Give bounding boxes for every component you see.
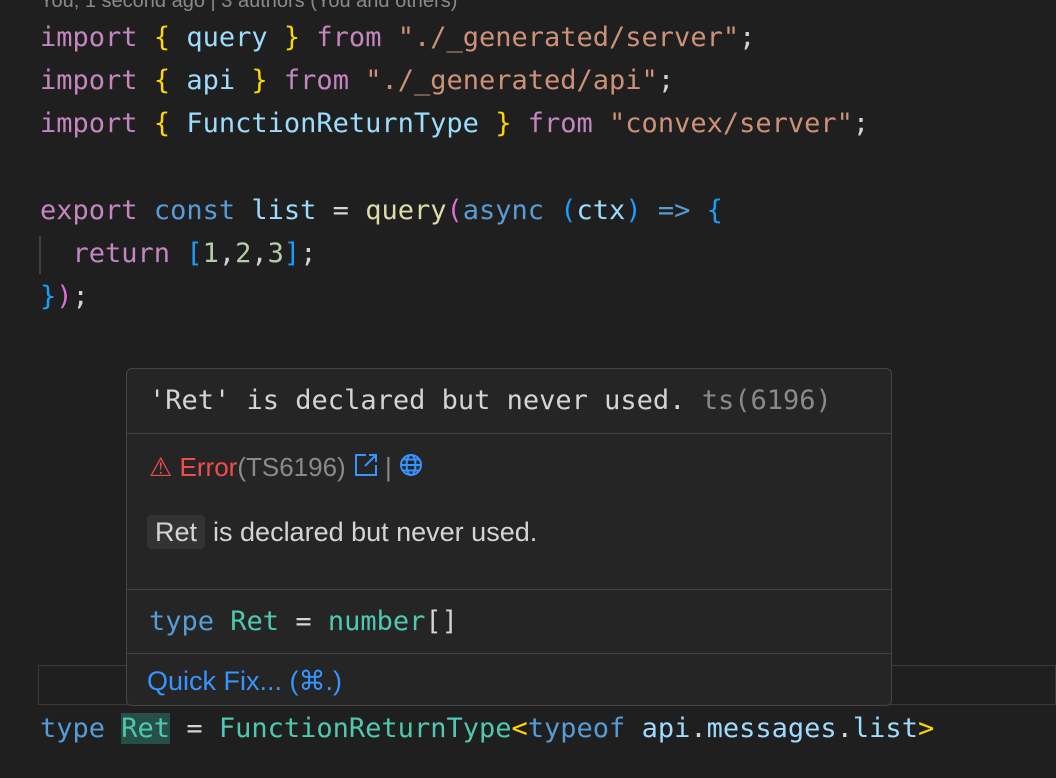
token-brace: { bbox=[706, 195, 723, 226]
token-comma: , bbox=[218, 238, 236, 269]
token-type-name-highlighted[interactable]: Ret bbox=[121, 713, 171, 744]
diagnostic-code: ts(6196) bbox=[701, 385, 832, 416]
separator: | bbox=[384, 452, 392, 482]
token-operator: = bbox=[186, 713, 203, 744]
token-type-name: Ret bbox=[230, 606, 280, 637]
token-const: const bbox=[153, 195, 236, 226]
token-property: list bbox=[852, 713, 918, 744]
token-array-brackets: [] bbox=[425, 606, 458, 637]
message-text: is declared but never used. bbox=[213, 517, 538, 547]
code-line-5[interactable]: return [1,2,3]; bbox=[40, 236, 317, 272]
token-bracket: [ bbox=[186, 238, 203, 269]
code-line-1[interactable]: import { query } from "./_generated/serv… bbox=[40, 20, 755, 56]
token-from: from bbox=[527, 108, 593, 139]
token-parameter: ctx bbox=[576, 195, 626, 226]
token-return: return bbox=[72, 238, 171, 269]
token-function: query bbox=[365, 195, 447, 226]
token-identifier: query bbox=[186, 22, 268, 53]
token-operator: = bbox=[332, 195, 349, 226]
token-semicolon: ; bbox=[739, 22, 756, 53]
token-brace: { bbox=[153, 22, 171, 53]
error-label: Error bbox=[179, 452, 238, 482]
token-comma: , bbox=[251, 238, 268, 269]
code-line-2[interactable]: import { api } from "./_generated/api"; bbox=[40, 63, 674, 99]
quick-fix-button[interactable]: Quick Fix... (⌘.) bbox=[127, 653, 891, 705]
token-import: import bbox=[40, 22, 138, 53]
token-operator: = bbox=[295, 606, 312, 637]
token-arrow: => bbox=[657, 195, 691, 226]
token-brace: { bbox=[153, 65, 171, 96]
token-number: 3 bbox=[267, 238, 284, 269]
token-string: "convex/server" bbox=[609, 108, 853, 139]
token-from: from bbox=[283, 65, 349, 96]
token-semicolon: ; bbox=[72, 281, 89, 312]
token-brace: } bbox=[495, 108, 512, 139]
token-identifier: api bbox=[186, 65, 236, 96]
token-semicolon: ; bbox=[657, 65, 675, 96]
hover-tooltip: 'Ret' is declared but never used. ts(619… bbox=[126, 368, 892, 706]
token-string: "./_generated/api" bbox=[365, 65, 658, 96]
token-brace: { bbox=[153, 108, 171, 139]
globe-icon[interactable] bbox=[398, 436, 424, 502]
token-number: 1 bbox=[202, 238, 219, 269]
token-dot: . bbox=[836, 713, 853, 744]
token-type: type bbox=[40, 713, 106, 744]
type-signature: type Ret = number[] bbox=[127, 589, 891, 653]
token-async: async bbox=[462, 195, 545, 226]
external-link-icon[interactable] bbox=[353, 436, 379, 502]
token-import: import bbox=[40, 65, 138, 96]
token-brace: } bbox=[40, 281, 57, 312]
diagnostic-summary: 'Ret' is declared but never used. ts(619… bbox=[127, 369, 891, 433]
diagnostic-text: 'Ret' is declared but never used. bbox=[149, 385, 686, 416]
token-angle-bracket: > bbox=[917, 713, 935, 744]
token-bracket: ] bbox=[283, 238, 301, 269]
code-line-3[interactable]: import { FunctionReturnType } from "conv… bbox=[40, 106, 869, 142]
token-typeof: typeof bbox=[527, 713, 626, 744]
code-line-7[interactable]: type Ret = FunctionReturnType<typeof api… bbox=[40, 711, 934, 747]
token-semicolon: ; bbox=[852, 108, 870, 139]
token-export: export bbox=[40, 195, 138, 226]
code-line-6[interactable]: }); bbox=[40, 279, 89, 315]
diagnostic-message: Ret is declared but never used. bbox=[127, 497, 891, 589]
token-string: "./_generated/server" bbox=[397, 22, 740, 53]
token-paren: ) bbox=[56, 281, 73, 312]
token-type-number: number bbox=[327, 606, 426, 637]
token-paren: ) bbox=[625, 195, 642, 226]
token-angle-bracket: < bbox=[511, 713, 528, 744]
token-identifier: list bbox=[251, 195, 317, 226]
token-paren: ( bbox=[560, 195, 577, 226]
token-type: type bbox=[149, 606, 215, 637]
code-line-4[interactable]: export const list = query(async (ctx) =>… bbox=[40, 193, 723, 229]
token-from: from bbox=[316, 22, 382, 53]
token-paren: ( bbox=[446, 195, 463, 226]
error-code: (TS6196) bbox=[237, 452, 346, 482]
token-brace: } bbox=[251, 65, 268, 96]
token-brace: } bbox=[283, 22, 301, 53]
warning-icon: ⚠ bbox=[149, 452, 173, 482]
token-identifier: FunctionReturnType bbox=[186, 108, 479, 139]
code-chip: Ret bbox=[147, 515, 206, 549]
token-semicolon: ; bbox=[300, 238, 317, 269]
token-import: import bbox=[40, 108, 138, 139]
token-identifier: api bbox=[641, 713, 691, 744]
error-row: ⚠ Error(TS6196) | bbox=[127, 433, 891, 497]
token-dot: . bbox=[690, 713, 707, 744]
git-blame-annotation: You, 1 second ago | 3 authors (You and o… bbox=[40, 0, 458, 12]
token-property: messages bbox=[706, 713, 837, 744]
token-type-reference: FunctionReturnType bbox=[218, 713, 512, 744]
token-number: 2 bbox=[235, 238, 252, 269]
